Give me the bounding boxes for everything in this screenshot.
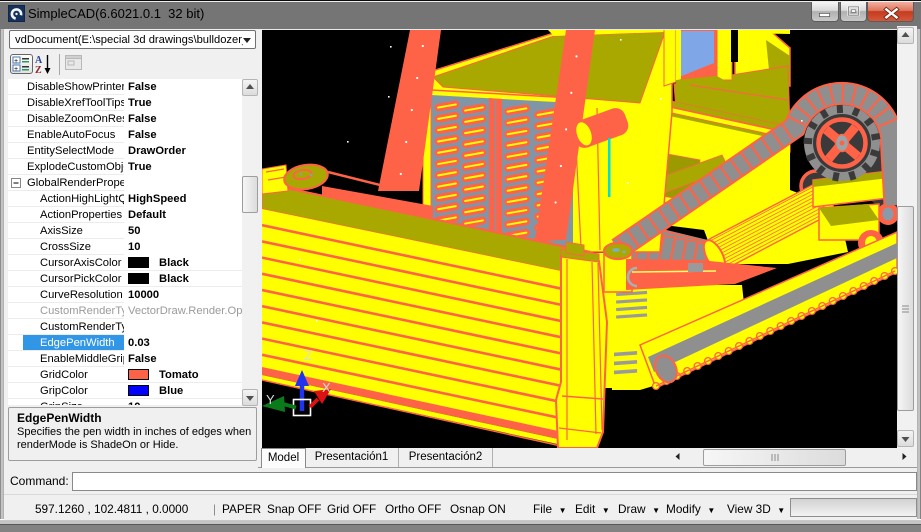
svg-text:Z: Z: [304, 348, 312, 363]
svg-text:+: +: [14, 66, 18, 73]
svg-text:+: +: [14, 58, 18, 65]
svg-text:Z: Z: [35, 65, 42, 76]
svg-text:X: X: [322, 380, 331, 395]
svg-text:Y: Y: [266, 392, 275, 407]
